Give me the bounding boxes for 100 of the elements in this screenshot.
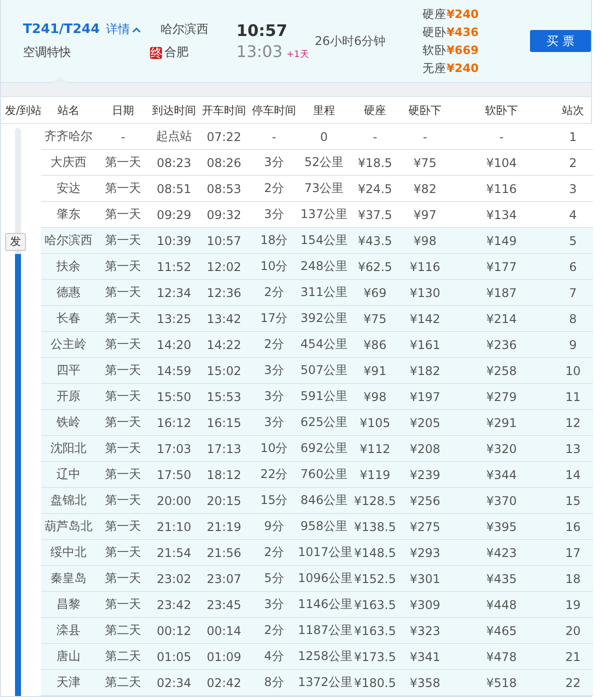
table-cell-text: 846公里: [300, 492, 348, 509]
table-cell-text: 2分: [263, 544, 285, 561]
table-cell-text: 12:02: [206, 260, 242, 274]
table-cell-text: 长春: [56, 310, 82, 327]
table-cell-text: 公主岭: [50, 336, 88, 353]
table-cell-text: -: [422, 130, 428, 144]
table-cell-text: 齐齐哈尔: [44, 128, 94, 145]
table-cell-text: ¥128.5: [353, 494, 397, 508]
table-cell-text: 00:12: [156, 624, 192, 638]
table-cell-text: -: [270, 130, 278, 144]
table-cell-text: 德惠: [56, 284, 82, 301]
table-cell-text: ¥142: [408, 312, 442, 326]
table-cell-text: 21:56: [206, 546, 242, 560]
table-cell-text: 20:00: [156, 494, 192, 508]
table-cell-text: ¥161: [408, 338, 442, 352]
table-cell-text: 15:53: [206, 390, 242, 404]
table-cell-text: 第一天: [104, 544, 142, 561]
table-cell-text: ¥370: [485, 494, 518, 508]
table-cell-text: 第一天: [104, 284, 142, 301]
table-cell-text: ¥112: [358, 442, 392, 456]
table-cell-text: 扶余: [56, 258, 82, 275]
table-cell-text: 20:15: [206, 494, 242, 508]
column-header: 日期: [111, 102, 135, 118]
table-cell: 1187公里: [298, 622, 350, 639]
buy-button[interactable]: 买 票: [530, 30, 591, 52]
table-cell-text: ¥323: [408, 624, 442, 638]
table-cell-text: 15: [564, 494, 582, 508]
table-cell-text: 18:12: [206, 468, 242, 482]
table-cell-text: 07:22: [206, 130, 242, 144]
table-cell-text: 17: [564, 546, 582, 560]
table-cell-text: 52公里: [303, 154, 345, 171]
table-cell-text: 15:02: [206, 364, 242, 378]
details-link[interactable]: 详情: [106, 21, 141, 38]
table-cell-text: 第一天: [104, 414, 142, 431]
train-type: 空调特快: [23, 44, 72, 61]
table-cell-text: ¥134: [485, 208, 518, 222]
table-cell-text: 葫芦岛北: [44, 518, 94, 535]
table-cell-text: 760公里: [300, 466, 348, 483]
table-cell-text: 9分: [263, 518, 285, 535]
column-header: 发/到站: [4, 102, 41, 118]
table-cell-text: 13:42: [206, 312, 242, 326]
table-cell-text: -: [120, 130, 126, 144]
table-cell-text: 第一天: [104, 388, 142, 405]
table-cell-text: 13: [564, 442, 582, 456]
table-cell-text: ¥465: [485, 624, 518, 638]
seat-price: ¥240: [446, 60, 479, 77]
table-cell-text: ¥163.5: [353, 598, 397, 612]
terminal-badge: 终: [150, 46, 162, 58]
table-cell-text: 14: [564, 468, 582, 482]
table-cell-text: 6: [568, 260, 578, 274]
table-cell-text: 第一天: [104, 466, 142, 483]
seat-price: ¥240: [446, 6, 479, 23]
column-header: 站次: [561, 102, 585, 118]
table-cell-text: 692公里: [300, 440, 348, 457]
table-cell-text: 滦县: [56, 622, 82, 639]
table-cell-text: 08:26: [206, 156, 242, 170]
table-cell-text: 第一天: [104, 596, 142, 613]
table-cell-text: ¥279: [485, 390, 518, 404]
table-cell-text: ¥86: [362, 338, 388, 352]
column-header: 硬卧下: [408, 102, 442, 118]
table-cell-text: ¥75: [412, 156, 438, 170]
table-cell-text: ¥341: [408, 650, 442, 664]
table-cell-text: 第二天: [104, 622, 142, 639]
table-cell-text: 14:22: [206, 338, 242, 352]
table-cell-text: 311公里: [300, 284, 348, 301]
table-cell-text: 第一天: [104, 336, 142, 353]
table-cell-text: 15分: [259, 492, 289, 509]
table-cell-text: -: [372, 130, 378, 144]
table-cell-text: ¥98: [362, 390, 388, 404]
table-cell-text: 4分: [263, 648, 285, 665]
table-cell-text: ¥182: [408, 364, 442, 378]
table-cell-text: 16: [564, 520, 582, 534]
table-cell-text: ¥214: [485, 312, 518, 326]
table-cell-text: 00:14: [206, 624, 242, 638]
table-cell-text: 14:20: [156, 338, 192, 352]
table-cell-text: 10: [564, 364, 582, 378]
table-cell-text: 392公里: [300, 310, 348, 327]
table-cell-text: 铁岭: [56, 414, 82, 431]
table-cell-text: 3分: [263, 414, 285, 431]
table-cell-text: 591公里: [300, 388, 348, 405]
table-cell-text: 3分: [263, 596, 285, 613]
table-cell-text: ¥301: [408, 572, 442, 586]
table-cell-text: 哈尔滨西: [44, 232, 94, 249]
table-cell-text: 02:34: [156, 676, 192, 690]
table-cell-text: ¥116: [485, 182, 518, 196]
table-cell-text: ¥75: [362, 312, 388, 326]
table-cell-text: 17:50: [156, 468, 192, 482]
table-cell-text: 21:19: [206, 520, 242, 534]
table-cell-text: 3分: [263, 206, 285, 223]
column-header: 站名: [56, 102, 80, 118]
table-cell-text: 秦皇岛: [50, 570, 88, 587]
depart-marker: 发: [5, 233, 26, 251]
table-cell-text: 8分: [263, 674, 285, 691]
table-cell-text: 2分: [263, 180, 285, 197]
table-cell-text: 3分: [263, 154, 285, 171]
table-cell-text: 第一天: [104, 440, 142, 457]
table-cell-text: 248公里: [300, 258, 348, 275]
table-cell-text: ¥138.5: [353, 520, 397, 534]
table-cell-text: 2分: [263, 622, 285, 639]
table-cell-text: ¥258: [485, 364, 518, 378]
